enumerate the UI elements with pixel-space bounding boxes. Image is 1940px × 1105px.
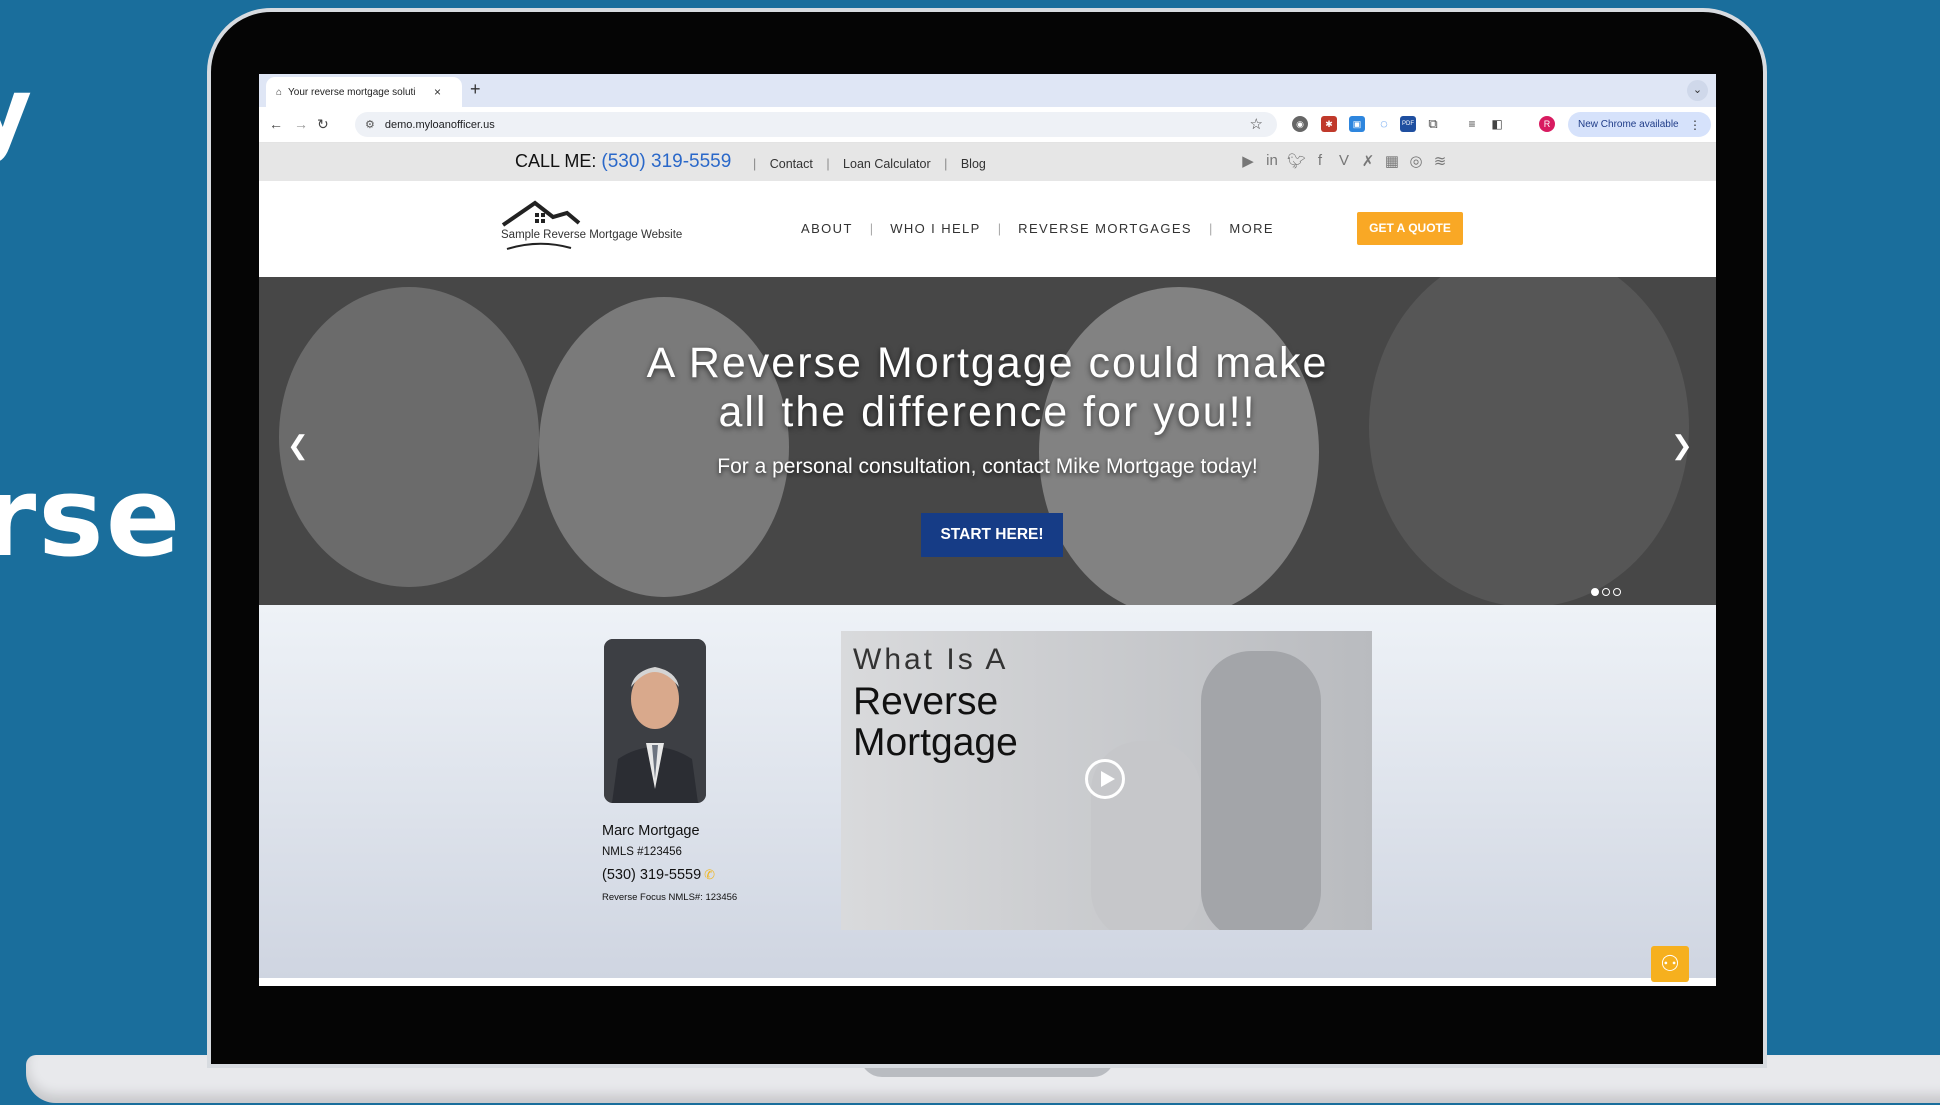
vimeo-icon[interactable]: V bbox=[1335, 152, 1353, 170]
tab-close-icon[interactable]: × bbox=[434, 85, 441, 99]
instagram-alt-icon[interactable]: ▦ bbox=[1383, 152, 1401, 170]
site-favicon-icon: ⌂ bbox=[276, 86, 283, 98]
site-header: Sample Reverse Mortgage Website ABOUT | … bbox=[259, 181, 1716, 277]
nav-more[interactable]: MORE bbox=[1229, 221, 1274, 236]
hero-title: A Reverse Mortgage could make all the di… bbox=[646, 339, 1329, 436]
slider-dot[interactable] bbox=[1613, 588, 1621, 596]
back-icon[interactable]: ← bbox=[269, 116, 283, 132]
nav-about[interactable]: ABOUT bbox=[801, 221, 853, 236]
reading-list-icon[interactable]: ≡ bbox=[1464, 116, 1480, 132]
side-panel-icon[interactable]: ◧ bbox=[1489, 116, 1505, 132]
puzzle-icon[interactable]: ⧉ bbox=[1425, 116, 1441, 132]
site-topbar: CALL ME: (530) 319-5559 | Contact | Loan… bbox=[259, 143, 1716, 181]
forward-icon[interactable]: → bbox=[294, 116, 308, 132]
reload-icon[interactable]: ↻ bbox=[317, 116, 329, 133]
slider-dot[interactable] bbox=[1591, 588, 1599, 596]
topbar-phone-link[interactable]: (530) 319-5559 bbox=[601, 151, 731, 172]
call-me: CALL ME: (530) 319-5559 bbox=[515, 151, 731, 173]
update-label: New Chrome available bbox=[1578, 119, 1679, 130]
browser-menu-icon[interactable]: ⋮ bbox=[1689, 118, 1701, 132]
x-icon[interactable]: ✗ bbox=[1359, 152, 1377, 170]
blog-link[interactable]: Blog bbox=[961, 157, 986, 171]
slider-prev-icon[interactable]: ❮ bbox=[287, 430, 309, 461]
agent-phone-link[interactable]: (530) 319-5559 bbox=[602, 867, 701, 883]
laptop-screen: ⌂ Your reverse mortgage soluti × + ⌄ ← →… bbox=[259, 74, 1716, 986]
background-text-fragment: y bbox=[0, 58, 32, 165]
slider-dots bbox=[1591, 588, 1621, 596]
browser-toolbar: ← → ↻ ⚙ demo.myloanofficer.us ☆ ◉ ✱ ▣ ◌ … bbox=[259, 107, 1716, 143]
video-title-line1: What Is A bbox=[853, 643, 1009, 676]
new-tab-icon[interactable]: + bbox=[470, 79, 481, 100]
zillow-icon[interactable]: ≋ bbox=[1431, 152, 1449, 170]
video-player[interactable]: What Is A Reverse Mortgage bbox=[841, 631, 1372, 930]
agent-name: Marc Mortgage bbox=[602, 823, 700, 839]
hero-slider: A Reverse Mortgage could make all the di… bbox=[259, 277, 1716, 605]
start-here-button[interactable]: START HERE! bbox=[921, 513, 1063, 557]
call-label: CALL ME: bbox=[515, 151, 597, 171]
loan-calculator-link[interactable]: Loan Calculator bbox=[843, 157, 931, 171]
slider-next-icon[interactable]: ❯ bbox=[1671, 430, 1693, 461]
extension-icon[interactable]: ▣ bbox=[1349, 116, 1365, 132]
main-nav: ABOUT | WHO I HELP | REVERSE MORTGAGES |… bbox=[801, 221, 1274, 236]
accessibility-widget-icon[interactable]: ⚇ bbox=[1651, 946, 1689, 982]
nav-who-i-help[interactable]: WHO I HELP bbox=[890, 221, 981, 236]
browser-tab-bar: ⌂ Your reverse mortgage soluti × + ⌄ bbox=[259, 74, 1716, 107]
twitter-icon[interactable]: 🐦︎ bbox=[1287, 152, 1306, 170]
slider-dot[interactable] bbox=[1602, 588, 1610, 596]
topbar-links: | Contact | Loan Calculator | Blog bbox=[753, 157, 986, 171]
get-a-quote-button[interactable]: GET A QUOTE bbox=[1357, 212, 1463, 245]
pdf-icon[interactable]: PDF bbox=[1400, 116, 1416, 132]
youtube-icon[interactable]: ▶ bbox=[1239, 152, 1257, 170]
agent-section: Marc Mortgage NMLS #123456 (530) 319-555… bbox=[259, 605, 1716, 978]
site-info-icon[interactable]: ⚙ bbox=[365, 118, 375, 131]
tab-search-icon[interactable]: ⌄ bbox=[1687, 80, 1708, 101]
video-title-line3: Mortgage bbox=[853, 721, 1018, 764]
url-text: demo.myloanofficer.us bbox=[384, 118, 495, 131]
house-logo-icon[interactable] bbox=[499, 193, 699, 253]
tab-title: Your reverse mortgage soluti bbox=[288, 86, 416, 98]
extension-icon[interactable]: ◌ bbox=[1376, 116, 1392, 132]
address-bar[interactable]: ⚙ demo.myloanofficer.us ☆ bbox=[355, 112, 1277, 137]
nav-reverse-mortgages[interactable]: REVERSE MORTGAGES bbox=[1018, 221, 1192, 236]
profile-avatar[interactable]: R bbox=[1539, 116, 1555, 132]
background-text-fragment: rse bbox=[0, 453, 183, 581]
agent-company-nmls: Reverse Focus NMLS#: 123456 bbox=[602, 892, 738, 903]
bookmark-star-icon[interactable]: ☆ bbox=[1250, 115, 1263, 133]
phone-icon[interactable]: ✆ bbox=[704, 867, 715, 882]
agent-photo bbox=[604, 639, 706, 803]
instagram-icon[interactable]: ◎ bbox=[1407, 152, 1425, 170]
agent-phone: (530) 319-5559 ✆ bbox=[602, 867, 715, 883]
logo-text: Sample Reverse Mortgage Website bbox=[501, 229, 683, 241]
browser-tab[interactable]: ⌂ Your reverse mortgage soluti × bbox=[266, 77, 462, 107]
video-title-line2: Reverse bbox=[853, 680, 999, 723]
extension-icon[interactable]: ✱ bbox=[1321, 116, 1337, 132]
hero-subtitle: For a personal consultation, contact Mik… bbox=[717, 455, 1258, 478]
facebook-icon[interactable]: f bbox=[1311, 152, 1329, 170]
social-links: ▶ in 🐦︎ f V ✗ ▦ ◎ ≋ bbox=[1239, 152, 1449, 170]
contact-link[interactable]: Contact bbox=[770, 157, 813, 171]
linkedin-icon[interactable]: in bbox=[1263, 152, 1281, 170]
play-icon[interactable] bbox=[1085, 759, 1125, 799]
chrome-update-button[interactable]: New Chrome available ⋮ bbox=[1568, 112, 1711, 137]
agent-nmls: NMLS #123456 bbox=[602, 846, 682, 858]
lens-icon[interactable]: ◉ bbox=[1292, 116, 1308, 132]
